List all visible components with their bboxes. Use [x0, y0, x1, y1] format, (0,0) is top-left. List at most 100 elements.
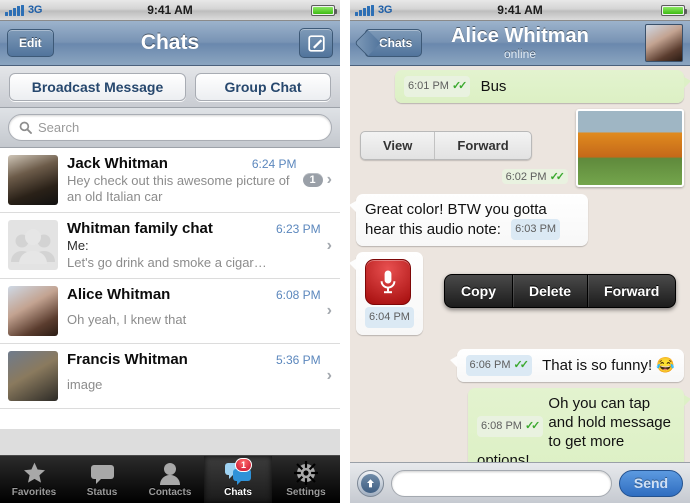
- chevron-right-icon: ›: [326, 236, 332, 254]
- avatar-jack: [8, 155, 58, 205]
- attach-upload-icon: [361, 473, 380, 493]
- conversation-pane[interactable]: 6:01 PM ✓✓ Bus View Forward 6:02 PM ✓✓ G…: [350, 66, 690, 503]
- message-timestamp: 6:04 PM: [365, 307, 414, 328]
- tab-unread-badge: 1: [234, 458, 252, 472]
- audio-note-play-button[interactable]: [365, 259, 411, 305]
- message-timestamp: 6:06 PM ✓✓: [465, 355, 532, 376]
- right-phone-screen: 3G 9:41 AM Chats Alice Whitman online 6:…: [345, 0, 690, 503]
- tab-status[interactable]: Status: [68, 456, 136, 503]
- tab-settings[interactable]: Settings: [272, 456, 340, 503]
- tab-favorites[interactable]: Favorites: [0, 456, 68, 503]
- back-to-chats-button[interactable]: Chats: [365, 29, 423, 57]
- chat-item-name: Jack Whitman: [67, 155, 168, 172]
- chat-item-header: Francis Whitman 5:36 PM: [67, 351, 321, 368]
- tab-label: Status: [86, 487, 118, 498]
- copy-button[interactable]: Copy: [445, 275, 512, 307]
- double-check-icon: ✓✓: [549, 171, 566, 183]
- chat-item-accessory: ›: [325, 303, 332, 319]
- tab-label: Settings: [286, 487, 326, 498]
- chat-item-body: Jack Whitman 6:24 PM Hey check out this …: [58, 155, 301, 205]
- chat-item-preview: Oh yeah, I knew that: [67, 312, 187, 327]
- message-bubble-audio-note[interactable]: 6:04 PM: [350, 252, 423, 335]
- chat-item-header: Whitman family chat 6:23 PM: [67, 220, 321, 237]
- battery-icon: [311, 4, 337, 16]
- chat-item-body: Alice Whitman 6:08 PM Oh yeah, I knew th…: [58, 286, 325, 328]
- chat-item-time: 6:08 PM: [275, 288, 321, 302]
- search-input[interactable]: Search: [8, 114, 332, 141]
- star-icon: [22, 461, 47, 485]
- status-clock: 9:41 AM: [147, 3, 193, 17]
- tab-contacts[interactable]: Contacts: [136, 456, 204, 503]
- double-check-icon: ✓✓: [451, 80, 468, 92]
- navbar-chats: Edit Chats: [0, 21, 340, 66]
- chat-item-header: Alice Whitman 6:08 PM: [67, 286, 321, 303]
- message-context-menu[interactable]: Copy Delete Forward: [444, 274, 677, 308]
- unread-badge: 1: [302, 173, 323, 187]
- message-row[interactable]: 6:04 PM Copy Delete Forward: [350, 252, 684, 335]
- message-row[interactable]: Great color! BTW you gotta hear this aud…: [350, 194, 684, 246]
- edit-button[interactable]: Edit: [7, 29, 54, 57]
- message-row[interactable]: 6:01 PM ✓✓ Bus: [356, 70, 690, 103]
- contact-avatar[interactable]: [645, 24, 683, 62]
- message-input[interactable]: [391, 469, 612, 497]
- avatar-group: [8, 220, 58, 270]
- forward-button[interactable]: Forward: [434, 132, 530, 159]
- message-text: Bus: [480, 78, 507, 95]
- avatar-dog: [8, 351, 58, 401]
- chat-item-header: Jack Whitman 6:24 PM: [67, 155, 297, 172]
- broadcast-message-button[interactable]: Broadcast Message: [9, 72, 186, 101]
- status-clock: 9:41 AM: [497, 3, 543, 17]
- attachment-action-menu[interactable]: View Forward: [360, 131, 532, 160]
- chat-list-item-jack[interactable]: Jack Whitman 6:24 PM Hey check out this …: [0, 148, 340, 213]
- chevron-right-icon: ›: [326, 171, 332, 188]
- search-icon: [19, 121, 32, 134]
- tab-label: Favorites: [11, 487, 57, 498]
- chat-item-time: 5:36 PM: [275, 353, 321, 367]
- message-row: 6:02 PM ✓✓: [356, 169, 568, 184]
- chat-item-preview: image: [67, 377, 103, 392]
- attach-upload-button[interactable]: [357, 469, 384, 497]
- chat-item-time: 6:24 PM: [251, 157, 297, 171]
- double-check-icon: ✓✓: [524, 420, 541, 432]
- message-bubble-funny[interactable]: 6:06 PM ✓✓ That is so funny! 😂: [449, 349, 684, 382]
- battery-icon: [661, 4, 687, 16]
- message-timestamp: 6:01 PM ✓✓: [404, 76, 471, 97]
- chat-list-item-family[interactable]: Whitman family chat 6:23 PM Me: Let's go…: [0, 213, 340, 279]
- chat-list-item-francis[interactable]: Francis Whitman 5:36 PM image ›: [0, 344, 340, 409]
- group-chat-button[interactable]: Group Chat: [195, 72, 331, 101]
- chat-item-name: Alice Whitman: [67, 286, 171, 303]
- forward-button[interactable]: Forward: [587, 275, 675, 307]
- chat-list-item-alice[interactable]: Alice Whitman 6:08 PM Oh yeah, I knew th…: [0, 279, 340, 344]
- chat-item-name: Whitman family chat: [67, 220, 213, 237]
- message-timestamp: 6:02 PM ✓✓: [501, 169, 568, 184]
- compose-button[interactable]: [299, 28, 333, 58]
- chat-item-preview: Hey check out this awesome picture of an…: [67, 173, 290, 204]
- group-people-icon: [11, 229, 55, 264]
- chat-item-time: 6:23 PM: [275, 222, 321, 236]
- message-timestamp: 6:03 PM: [511, 219, 561, 240]
- tab-label: Contacts: [148, 487, 192, 498]
- send-button[interactable]: Send: [619, 469, 683, 497]
- message-list: 6:01 PM ✓✓ Bus View Forward 6:02 PM ✓✓ G…: [350, 66, 690, 503]
- dual-screenshot-stage: 3G 9:41 AM Edit Chats Broadcast Message …: [0, 0, 690, 503]
- view-button[interactable]: View: [361, 132, 434, 159]
- chat-item-sender: Me:: [67, 238, 89, 253]
- message-bubble-bus[interactable]: 6:01 PM ✓✓ Bus: [395, 70, 690, 103]
- status-right-group: [311, 4, 337, 16]
- photo-orange-van[interactable]: [576, 109, 684, 187]
- message-row[interactable]: 6:06 PM ✓✓ That is so funny! 😂: [356, 349, 684, 382]
- chat-item-accessory: ›: [325, 236, 332, 254]
- compose-icon: [307, 34, 325, 52]
- message-bubble-audio-intro[interactable]: Great color! BTW you gotta hear this aud…: [350, 194, 588, 246]
- tab-chats[interactable]: 1 Chats: [204, 456, 272, 503]
- message-composer: Send: [350, 462, 690, 503]
- message-text: That is so funny! 😂: [542, 357, 675, 374]
- status-bar-left: 3G 9:41 AM: [0, 0, 340, 21]
- speech-bubble-icon: [90, 461, 115, 485]
- chat-list[interactable]: Jack Whitman 6:24 PM Hey check out this …: [0, 148, 340, 429]
- chat-item-preview: Let's go drink and smoke a cigar…: [67, 255, 267, 270]
- gear-icon: [294, 461, 318, 485]
- double-check-icon: ✓✓: [513, 359, 529, 371]
- delete-button[interactable]: Delete: [512, 275, 587, 307]
- search-bar: Search: [0, 108, 340, 148]
